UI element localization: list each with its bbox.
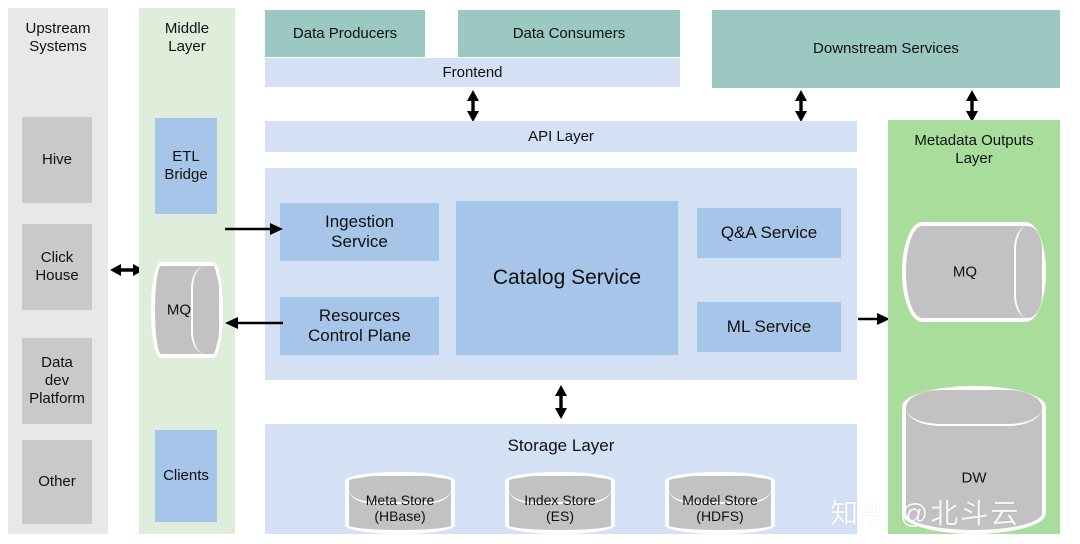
service-qa[interactable]: Q&A Service: [697, 208, 841, 258]
downstream-services-box[interactable]: Downstream Services: [712, 10, 1060, 88]
middle-layer-clients[interactable]: Clients: [155, 430, 217, 522]
middle-layer-mq-cylinder[interactable]: MQ: [151, 262, 223, 358]
connector-ml-to-metadata-arrow: [858, 309, 890, 329]
connector-services-storage-bidirectional: [549, 385, 573, 419]
upstream-item-data-dev-platform[interactable]: Data dev Platform: [22, 338, 92, 424]
store-meta-hbase-cylinder[interactable]: Meta Store (HBase): [345, 472, 455, 534]
data-producers-box[interactable]: Data Producers: [265, 10, 425, 57]
upstream-item-other[interactable]: Other: [22, 440, 92, 524]
cylinder-top: [906, 390, 1042, 426]
frontend-bar[interactable]: Frontend: [265, 58, 680, 87]
metadata-outputs-title-line2: Layer: [955, 149, 993, 167]
upstream-title-line1: Upstream: [25, 20, 91, 37]
api-layer-bar[interactable]: API Layer: [265, 121, 857, 152]
data-consumers-box[interactable]: Data Consumers: [458, 10, 680, 57]
upstream-item-clickhouse[interactable]: Click House: [22, 224, 92, 310]
middle-layer-title-line1: Middle: [164, 20, 210, 37]
service-ml[interactable]: ML Service: [697, 302, 841, 352]
upstream-title-line2: Systems: [29, 37, 87, 55]
connector-control-plane-to-mq-arrow: [225, 313, 283, 333]
metadata-outputs-title-line1: Metadata Outputs: [914, 132, 1034, 149]
service-resources-control-plane[interactable]: Resources Control Plane: [280, 297, 439, 355]
store-model-hdfs-cylinder[interactable]: Model Store (HDFS): [665, 472, 775, 534]
service-catalog[interactable]: Catalog Service: [456, 201, 678, 355]
metadata-output-mq-cylinder[interactable]: MQ: [902, 222, 1046, 322]
storage-layer-title: Storage Layer: [507, 436, 615, 455]
connector-frontend-api-bidirectional: [461, 90, 485, 122]
connector-mq-to-ingestion-arrow: [225, 219, 283, 239]
middle-layer-etl-bridge[interactable]: ETL Bridge: [155, 118, 217, 214]
architecture-diagram: Upstream Systems Hive Click House Data d…: [0, 0, 1080, 544]
connector-downstream-api-bidirectional: [789, 90, 813, 122]
metadata-output-dw-cylinder[interactable]: DW: [902, 386, 1046, 534]
service-ingestion[interactable]: Ingestion Service: [280, 203, 439, 261]
upstream-item-hive[interactable]: Hive: [22, 117, 92, 203]
middle-layer-title-line2: Layer: [168, 37, 206, 55]
store-index-es-cylinder[interactable]: Index Store (ES): [505, 472, 615, 534]
connector-downstream-metadata-bidirectional: [960, 90, 984, 122]
